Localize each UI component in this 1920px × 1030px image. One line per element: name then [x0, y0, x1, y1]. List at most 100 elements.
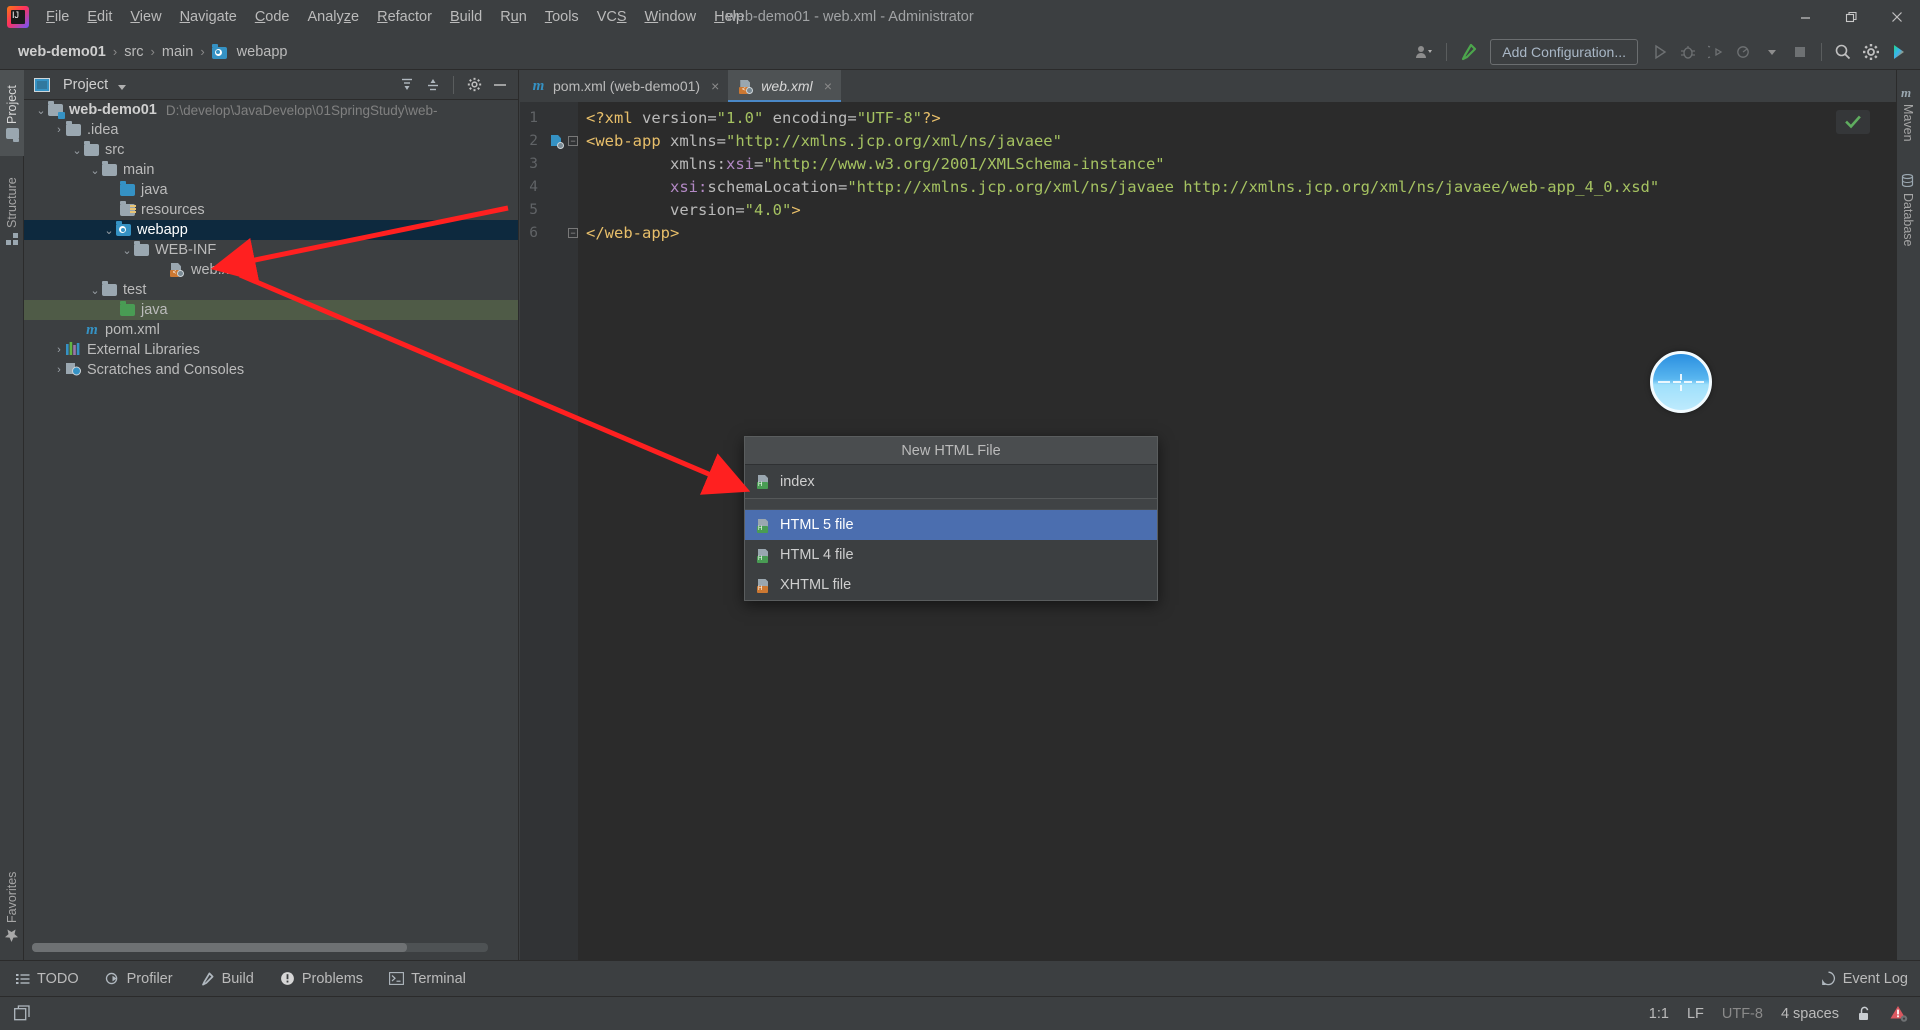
tree-row-test-java[interactable]: java [24, 300, 518, 320]
xml-schema-gutter-icon[interactable] [550, 134, 564, 149]
tree-row-pom-xml[interactable]: m pom.xml [24, 320, 518, 340]
tree-row-main[interactable]: ⌄ main [24, 160, 518, 180]
window-controls[interactable] [1782, 0, 1920, 34]
breadcrumb-item-src[interactable]: src [120, 42, 147, 62]
menu-help[interactable]: Help [705, 4, 753, 30]
menu-code[interactable]: Code [246, 4, 299, 30]
editor-tab-pom-xml[interactable]: m pom.xml (web-demo01) × [520, 70, 728, 102]
profiler-icon[interactable] [1731, 39, 1757, 65]
popup-item-html5-file[interactable]: H HTML 5 file [745, 510, 1157, 540]
chevron-down-icon[interactable]: ⌄ [70, 144, 84, 157]
menu-edit[interactable]: Edit [78, 4, 121, 30]
tree-row-external-libraries[interactable]: › External Libraries [24, 340, 518, 360]
tree-row-idea[interactable]: › .idea [24, 120, 518, 140]
chevron-right-icon[interactable]: › [52, 124, 66, 136]
tree-row-src[interactable]: ⌄ src [24, 140, 518, 160]
menu-tools[interactable]: Tools [536, 4, 588, 30]
breadcrumb-item-project[interactable]: web-demo01 [14, 42, 110, 62]
code-editor[interactable]: 1 2 3 4 5 6 − − <?xml version="1.0" enco… [520, 102, 1896, 960]
tree-row-webapp[interactable]: ⌄ webapp [24, 220, 518, 240]
search-icon[interactable] [1830, 39, 1856, 65]
bottom-item-profiler[interactable]: Profiler [95, 968, 183, 990]
chevron-down-icon[interactable] [116, 77, 130, 93]
fold-region-icon[interactable]: − [568, 136, 578, 146]
ide-assistant-icon[interactable] [1886, 39, 1912, 65]
editor-gutter[interactable]: 1 2 3 4 5 6 − − [520, 102, 578, 960]
fold-region-icon[interactable]: − [568, 228, 578, 238]
project-panel-buttons[interactable] [395, 73, 512, 97]
new-file-name-input[interactable]: H index [745, 465, 1157, 499]
close-icon[interactable] [1874, 0, 1920, 34]
menu-vcs[interactable]: VCS [588, 4, 636, 30]
bottom-item-build[interactable]: Build [189, 968, 264, 990]
status-bar-right[interactable]: 1:1 LF UTF-8 4 spaces [1649, 1005, 1908, 1023]
toggle-layout-icon[interactable] [14, 1004, 34, 1023]
breadcrumb-item-main[interactable]: main [158, 42, 197, 62]
menu-build[interactable]: Build [441, 4, 491, 30]
chevron-down-icon[interactable]: ⌄ [88, 284, 102, 297]
unlocked-icon[interactable] [1857, 1006, 1872, 1022]
main-toolbar[interactable]: Add Configuration... [1412, 34, 1912, 70]
menu-view[interactable]: View [121, 4, 170, 30]
breadcrumb-item-webapp[interactable]: webapp [208, 42, 292, 62]
project-panel-horizontal-scrollbar[interactable] [32, 943, 488, 952]
popup-item-xhtml-file[interactable]: H XHTML file [745, 570, 1157, 600]
close-tab-icon[interactable]: × [711, 78, 719, 94]
sidebar-item-maven[interactable]: m Maven [1896, 74, 1920, 152]
menu-analyze[interactable]: Analyze [299, 4, 369, 30]
event-log-button[interactable]: Event Log [1821, 971, 1908, 987]
tree-row-web-demo01[interactable]: ⌄ web-demo01 D:\develop\JavaDevelop\01Sp… [24, 100, 518, 120]
stop-icon[interactable] [1787, 39, 1813, 65]
chevron-down-icon[interactable] [1759, 39, 1785, 65]
error-notification-icon[interactable] [1890, 1005, 1908, 1023]
bottom-item-problems[interactable]: Problems [270, 968, 373, 990]
collapse-all-icon[interactable] [421, 73, 445, 97]
tree-row-scratches[interactable]: › Scratches and Consoles [24, 360, 518, 380]
tree-row-resources[interactable]: resources [24, 200, 518, 220]
popup-item-html4-file[interactable]: H HTML 4 file [745, 540, 1157, 570]
run-with-coverage-icon[interactable] [1703, 39, 1729, 65]
run-icon[interactable] [1647, 39, 1673, 65]
editor-tab-bar[interactable]: m pom.xml (web-demo01) × < web.xml × [520, 70, 1896, 102]
add-configuration-button[interactable]: Add Configuration... [1490, 39, 1638, 65]
status-bar-left[interactable] [0, 1004, 39, 1023]
chevron-right-icon[interactable]: › [52, 364, 66, 376]
sidebar-item-database[interactable]: Database [1896, 162, 1920, 258]
hammer-icon[interactable] [1455, 39, 1481, 65]
menu-file[interactable]: File [37, 4, 78, 30]
minimize-icon[interactable] [1782, 0, 1828, 34]
new-html-file-popup[interactable]: New HTML File H index H HTML 5 file H HT… [744, 436, 1158, 601]
expand-all-icon[interactable] [395, 73, 419, 97]
sidebar-item-project[interactable]: Project [0, 70, 24, 156]
chevron-down-icon[interactable]: ⌄ [102, 224, 116, 237]
tree-row-web-inf[interactable]: ⌄ WEB-INF [24, 240, 518, 260]
chevron-down-icon[interactable]: ⌄ [120, 244, 134, 257]
file-encoding[interactable]: UTF-8 [1722, 1006, 1763, 1022]
debug-icon[interactable] [1675, 39, 1701, 65]
inspection-status-widget[interactable] [1836, 110, 1870, 134]
caret-position[interactable]: 1:1 [1649, 1006, 1669, 1022]
settings-gear-icon[interactable] [1858, 39, 1884, 65]
close-tab-icon[interactable]: × [824, 78, 832, 94]
menu-bar[interactable]: File Edit View Navigate Code Analyze Ref… [37, 0, 753, 34]
tree-row-web-xml[interactable]: < web.xml [24, 260, 518, 280]
hide-window-icon[interactable] [488, 73, 512, 97]
menu-run[interactable]: Run [491, 4, 536, 30]
menu-navigate[interactable]: Navigate [171, 4, 246, 30]
sidebar-item-favorites[interactable]: Favorites [0, 855, 24, 960]
indent-setting[interactable]: 4 spaces [1781, 1006, 1839, 1022]
menu-refactor[interactable]: Refactor [368, 4, 441, 30]
breadcrumb[interactable]: web-demo01 › src › main › webapp [0, 42, 291, 62]
user-dropdown-icon[interactable] [1412, 39, 1438, 65]
tree-row-main-java[interactable]: java [24, 180, 518, 200]
project-tree[interactable]: ⌄ web-demo01 D:\develop\JavaDevelop\01Sp… [24, 100, 518, 932]
bottom-item-todo[interactable]: TODO [6, 968, 89, 990]
bottom-item-terminal[interactable]: Terminal [379, 968, 476, 990]
chevron-right-icon[interactable]: › [52, 344, 66, 356]
editor-vertical-scrollbar[interactable] [1882, 102, 1896, 960]
chevron-down-icon[interactable]: ⌄ [34, 104, 48, 117]
line-separator[interactable]: LF [1687, 1006, 1704, 1022]
chevron-down-icon[interactable]: ⌄ [88, 164, 102, 177]
sidebar-item-structure[interactable]: Structure [0, 162, 24, 260]
maximize-icon[interactable] [1828, 0, 1874, 34]
